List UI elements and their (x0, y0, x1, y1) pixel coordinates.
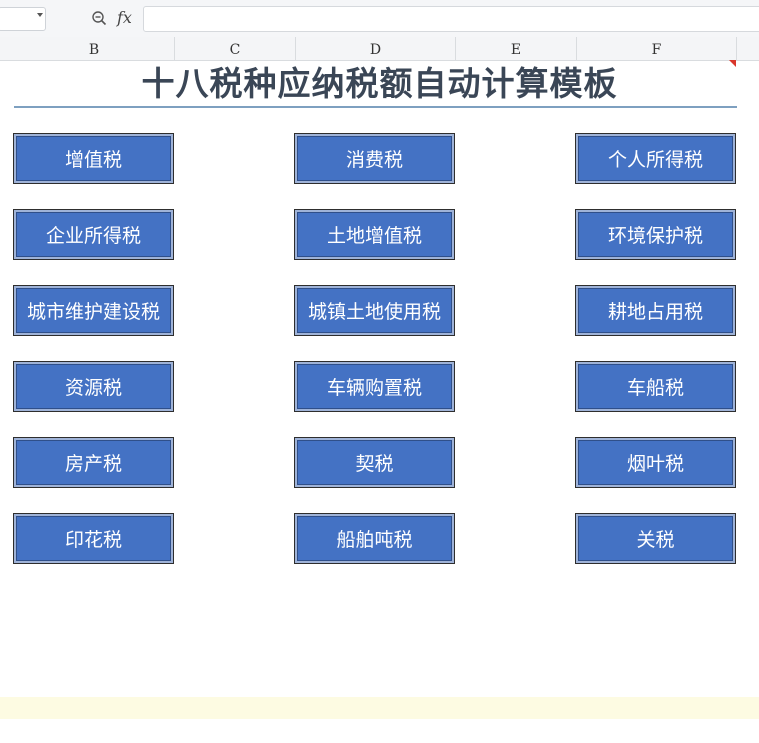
name-box[interactable] (0, 7, 46, 31)
zoom-out-icon[interactable] (91, 10, 107, 26)
tax-button-urban-maintenance[interactable]: 城市维护建设税 (13, 285, 174, 336)
tax-button-urban-land-use[interactable]: 城镇土地使用税 (294, 285, 455, 336)
formula-input[interactable] (143, 6, 759, 32)
column-header-f[interactable]: F (577, 37, 737, 60)
tax-button-corporate-income[interactable]: 企业所得税 (13, 209, 174, 260)
tax-button-vehicle-vessel[interactable]: 车船税 (575, 361, 736, 412)
tax-button-tonnage[interactable]: 船舶吨税 (294, 513, 455, 564)
tax-button-land-appreciation[interactable]: 土地增值税 (294, 209, 455, 260)
column-header-e[interactable]: E (456, 37, 577, 60)
column-header-c[interactable]: C (175, 37, 296, 60)
tax-button-personal-income[interactable]: 个人所得税 (575, 133, 736, 184)
tax-button-resource[interactable]: 资源税 (13, 361, 174, 412)
formula-bar: fx (0, 0, 759, 38)
tax-button-environmental-protection[interactable]: 环境保护税 (575, 209, 736, 260)
column-header-b[interactable]: B (14, 37, 175, 60)
tax-button-farmland-occupation[interactable]: 耕地占用税 (575, 285, 736, 336)
chevron-down-icon[interactable] (37, 13, 43, 17)
tax-button-value-added[interactable]: 增值税 (13, 133, 174, 184)
tax-button-tobacco-leaf[interactable]: 烟叶税 (575, 437, 736, 488)
tax-button-vehicle-purchase[interactable]: 车辆购置税 (294, 361, 455, 412)
tax-button-deed[interactable]: 契税 (294, 437, 455, 488)
fx-label[interactable]: fx (117, 8, 132, 27)
title-underline (14, 106, 737, 108)
column-header-row: B C D E F (0, 37, 759, 61)
page-title: 十八税种应纳税额自动计算模板 (141, 64, 618, 103)
bottom-highlight-row (0, 697, 759, 719)
tax-button-customs[interactable]: 关税 (575, 513, 736, 564)
tax-button-stamp[interactable]: 印花税 (13, 513, 174, 564)
tax-button-property[interactable]: 房产税 (13, 437, 174, 488)
column-header-d[interactable]: D (296, 37, 456, 60)
tax-button-consumption[interactable]: 消费税 (294, 133, 455, 184)
